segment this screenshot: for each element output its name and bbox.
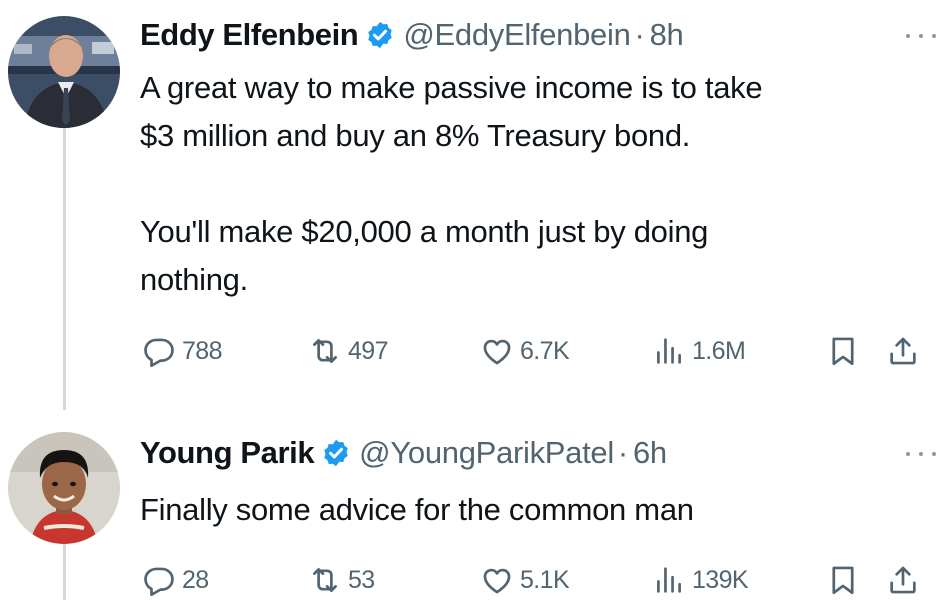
- author-handle[interactable]: @EddyElfenbein: [403, 17, 631, 53]
- tweet-actions: 788 497 6.7K 1.6M: [140, 331, 940, 371]
- more-icon[interactable]: [906, 30, 936, 42]
- share-icon: [890, 337, 916, 365]
- tweet[interactable]: Young Parik @YoungParikPatel · 6h Finall…: [0, 410, 952, 600]
- share-button[interactable]: [886, 331, 920, 371]
- like-count: 5.1K: [520, 565, 570, 594]
- tweet-header: Young Parik @YoungParikPatel · 6h: [140, 432, 667, 474]
- reply-button[interactable]: 28: [142, 560, 209, 600]
- repost-icon: [313, 568, 337, 592]
- share-icon: [890, 566, 916, 594]
- reply-count: 788: [182, 336, 223, 365]
- bookmark-icon: [832, 566, 854, 595]
- views-button[interactable]: 139K: [652, 560, 749, 600]
- avatar-image: [8, 16, 120, 128]
- tweet[interactable]: Eddy Elfenbein @EddyElfenbein · 8h A gre…: [0, 0, 952, 410]
- tweet-timestamp[interactable]: 8h: [650, 17, 684, 53]
- like-icon: [483, 339, 511, 365]
- author-name[interactable]: Young Parik: [140, 435, 315, 471]
- reply-icon: [144, 338, 174, 368]
- like-count: 6.7K: [520, 336, 570, 365]
- bookmark-button[interactable]: [826, 560, 860, 600]
- author-handle[interactable]: @YoungParikPatel: [359, 435, 614, 471]
- repost-icon: [313, 339, 337, 363]
- share-button[interactable]: [886, 560, 920, 600]
- tweet-text: A great way to make passive income is to…: [140, 70, 763, 297]
- author-name[interactable]: Eddy Elfenbein: [140, 17, 359, 53]
- verified-badge-icon: [324, 439, 348, 467]
- more-icon[interactable]: [906, 448, 936, 460]
- avatar-image: [8, 432, 120, 544]
- views-icon: [657, 338, 681, 364]
- reply-button[interactable]: 788: [142, 331, 223, 371]
- like-button[interactable]: 6.7K: [480, 331, 570, 371]
- reply-icon: [144, 567, 174, 597]
- view-count: 1.6M: [692, 336, 746, 365]
- avatar[interactable]: [8, 16, 120, 128]
- views-icon: [657, 567, 681, 593]
- tweet-actions: 28 53 5.1K 139K: [140, 560, 940, 600]
- repost-button[interactable]: 497: [308, 331, 389, 371]
- tweet-text: Finally some advice for the common man: [140, 492, 694, 527]
- like-icon: [483, 568, 511, 594]
- separator-dot: ·: [617, 435, 628, 470]
- reply-count: 28: [182, 565, 209, 594]
- separator-dot: ·: [634, 17, 645, 52]
- repost-count: 497: [348, 336, 389, 365]
- repost-count: 53: [348, 565, 375, 594]
- tweet-header: Eddy Elfenbein @EddyElfenbein · 8h: [140, 14, 684, 56]
- bookmark-button[interactable]: [826, 331, 860, 371]
- thread-line: [63, 122, 66, 410]
- tweet-timestamp[interactable]: 6h: [633, 435, 667, 471]
- views-button[interactable]: 1.6M: [652, 331, 746, 371]
- verified-badge-icon: [368, 21, 393, 49]
- avatar[interactable]: [8, 432, 120, 544]
- bookmark-icon: [832, 337, 854, 366]
- view-count: 139K: [692, 565, 749, 594]
- like-button[interactable]: 5.1K: [480, 560, 570, 600]
- repost-button[interactable]: 53: [308, 560, 375, 600]
